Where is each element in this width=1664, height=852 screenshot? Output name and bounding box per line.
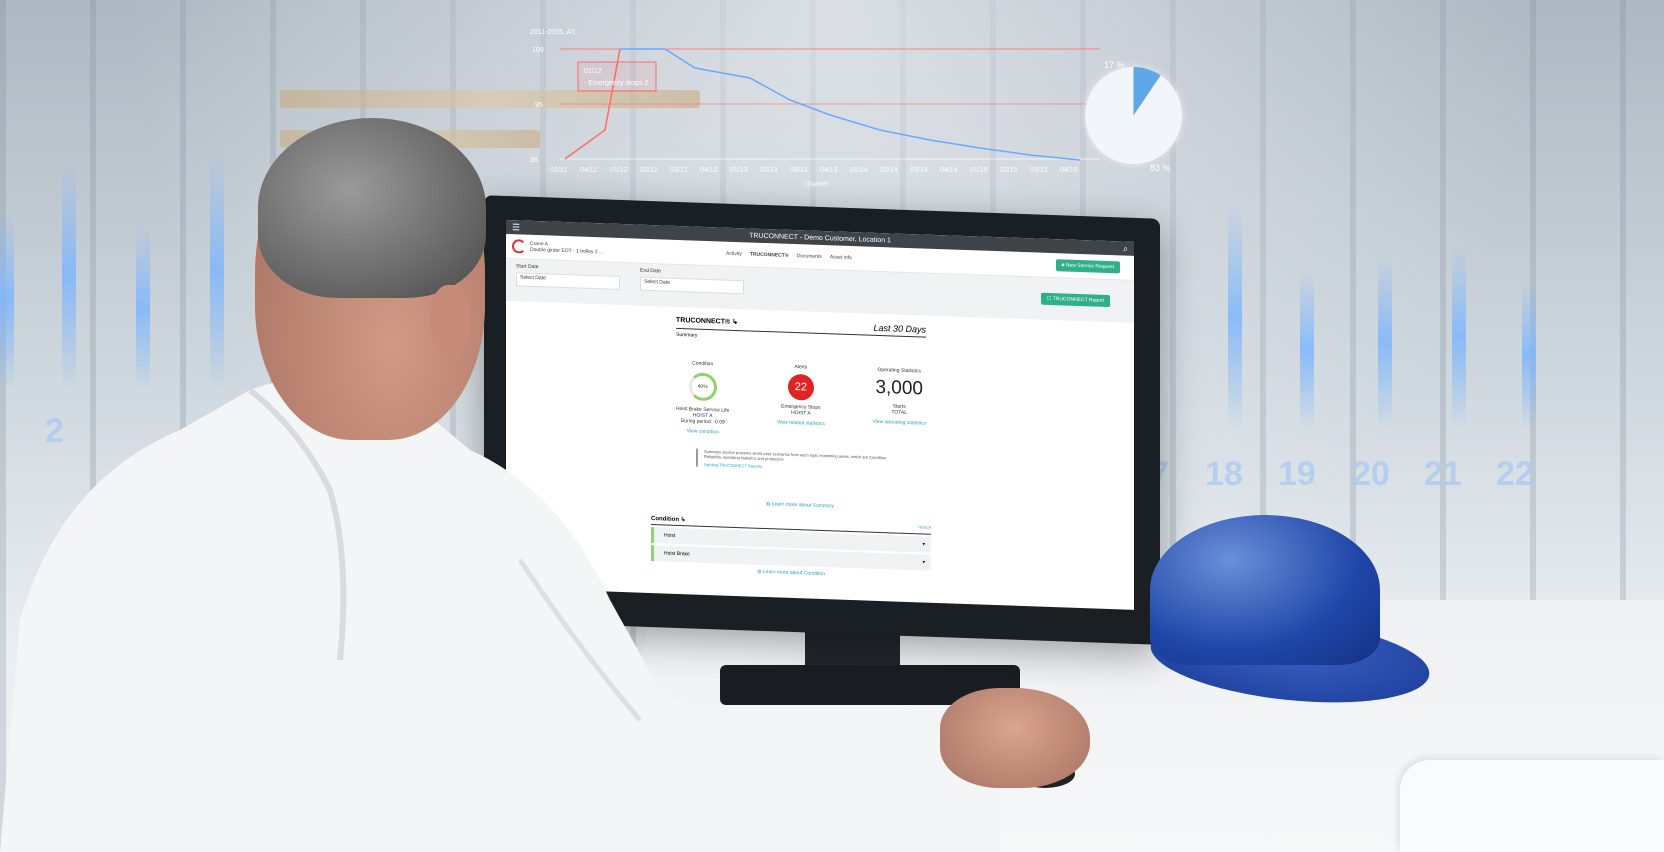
x-tick: 01/13 — [730, 167, 748, 174]
person-ear — [430, 285, 470, 355]
photo-scene: 2 7 18 19 20 21 22 2011-2015, A1 109 95 … — [0, 0, 1664, 852]
hologram-bar-label: 20 — [1352, 455, 1390, 493]
x-tick: 03/12 — [670, 167, 688, 174]
brand-logo-icon — [512, 239, 526, 254]
tab-activity[interactable]: Activity — [726, 251, 742, 258]
start-date-group: Start Date Select Date — [516, 263, 620, 301]
tab-truconnect[interactable]: TRUCONNECT® — [750, 251, 789, 258]
chart-title: 2011-2015, A1 — [530, 29, 575, 36]
x-tick: 01/12 — [610, 167, 628, 174]
hologram-bar — [210, 150, 224, 390]
hologram-bar-label: 19 — [1278, 455, 1316, 493]
end-date-label: End Date — [640, 267, 661, 275]
start-date-input[interactable]: Select Date — [516, 272, 620, 290]
new-service-request-button[interactable]: ■ New Service Request — [1055, 259, 1120, 274]
hologram-bar — [1378, 255, 1392, 430]
x-tick: 04/14 — [940, 167, 958, 174]
pie-label: 83 % — [1150, 163, 1171, 173]
person-hair — [258, 118, 486, 298]
x-tick: 01/11 — [550, 167, 567, 174]
person-shirt — [0, 377, 1000, 852]
summary-title: TRUCONNECT® ↳ — [676, 316, 738, 327]
x-tick: 03/13 — [790, 167, 808, 174]
search-icon[interactable]: ⌕ — [1123, 243, 1128, 254]
truconnect-report-button[interactable]: ☐ TRUCONNECT Report — [1040, 292, 1110, 308]
x-tick: 02/13 — [760, 167, 778, 174]
x-tick: 04/11 — [580, 167, 597, 174]
hologram-bar — [62, 160, 76, 390]
tab-bar: Activity TRUCONNECT® Documents Asset inf… — [726, 251, 852, 261]
end-date-group: End Date Select Date — [640, 268, 744, 306]
x-tick: 03/15 — [1030, 167, 1048, 174]
hologram-line-chart: 2011-2015, A1 109 95 38 01/12 - Emergenc… — [530, 29, 1100, 188]
tooltip-value: - Emergency stops 2 — [584, 80, 648, 87]
hologram-pie-chart — [1085, 67, 1182, 164]
x-tick: 02/15 — [1000, 167, 1018, 174]
x-tick: 01/15 — [970, 167, 988, 174]
x-tick: 02/12 — [640, 167, 658, 174]
crane-info: Crane A Double girder EOT - 1 trolley 2 … — [530, 241, 603, 256]
x-tick: 04/12 — [700, 167, 718, 174]
tooltip-date: 01/12 — [584, 68, 602, 75]
x-tick: 03/14 — [910, 167, 928, 174]
y-tick: 109 — [532, 47, 544, 54]
x-ticks: 01/11 04/11 01/12 02/12 03/12 04/12 01/13 02/13… — [550, 167, 1078, 174]
rolled-paper — [1400, 760, 1664, 852]
tab-documents[interactable]: Documents — [797, 253, 822, 260]
hologram-bar-label: 21 — [1424, 455, 1462, 493]
x-tick: 02/14 — [880, 167, 898, 174]
hologram-bar-label: 18 — [1205, 455, 1243, 493]
menu-icon[interactable]: ☰ — [512, 222, 520, 233]
hologram-bar — [1228, 205, 1242, 430]
hard-hat — [1150, 515, 1380, 665]
hologram-bar — [1522, 280, 1536, 430]
person-hand — [940, 688, 1090, 788]
x-tick: 04/13 — [820, 167, 838, 174]
summary-period: Last 30 Days — [873, 322, 926, 335]
hologram-bar — [1300, 270, 1314, 430]
y-tick: 95 — [535, 102, 543, 109]
hologram-bar-label: 22 — [1496, 455, 1534, 493]
x-tick: 04/15 — [1060, 167, 1078, 174]
start-date-label: Start Date — [516, 263, 539, 271]
pie-label: 17 % — [1104, 60, 1125, 70]
end-date-input[interactable]: Select Date — [640, 276, 744, 295]
x-axis-label: Quarter — [805, 181, 829, 188]
window-title: TRUCONNECT - Demo Customer, Location 1 — [749, 231, 891, 244]
tab-asset-info[interactable]: Asset info — [830, 254, 852, 261]
x-tick: 01/14 — [850, 167, 868, 174]
crane-description: Double girder EOT - 1 trolley 2 ... — [530, 246, 604, 256]
y-tick: 38 — [530, 157, 538, 164]
hologram-bar — [1452, 245, 1466, 430]
